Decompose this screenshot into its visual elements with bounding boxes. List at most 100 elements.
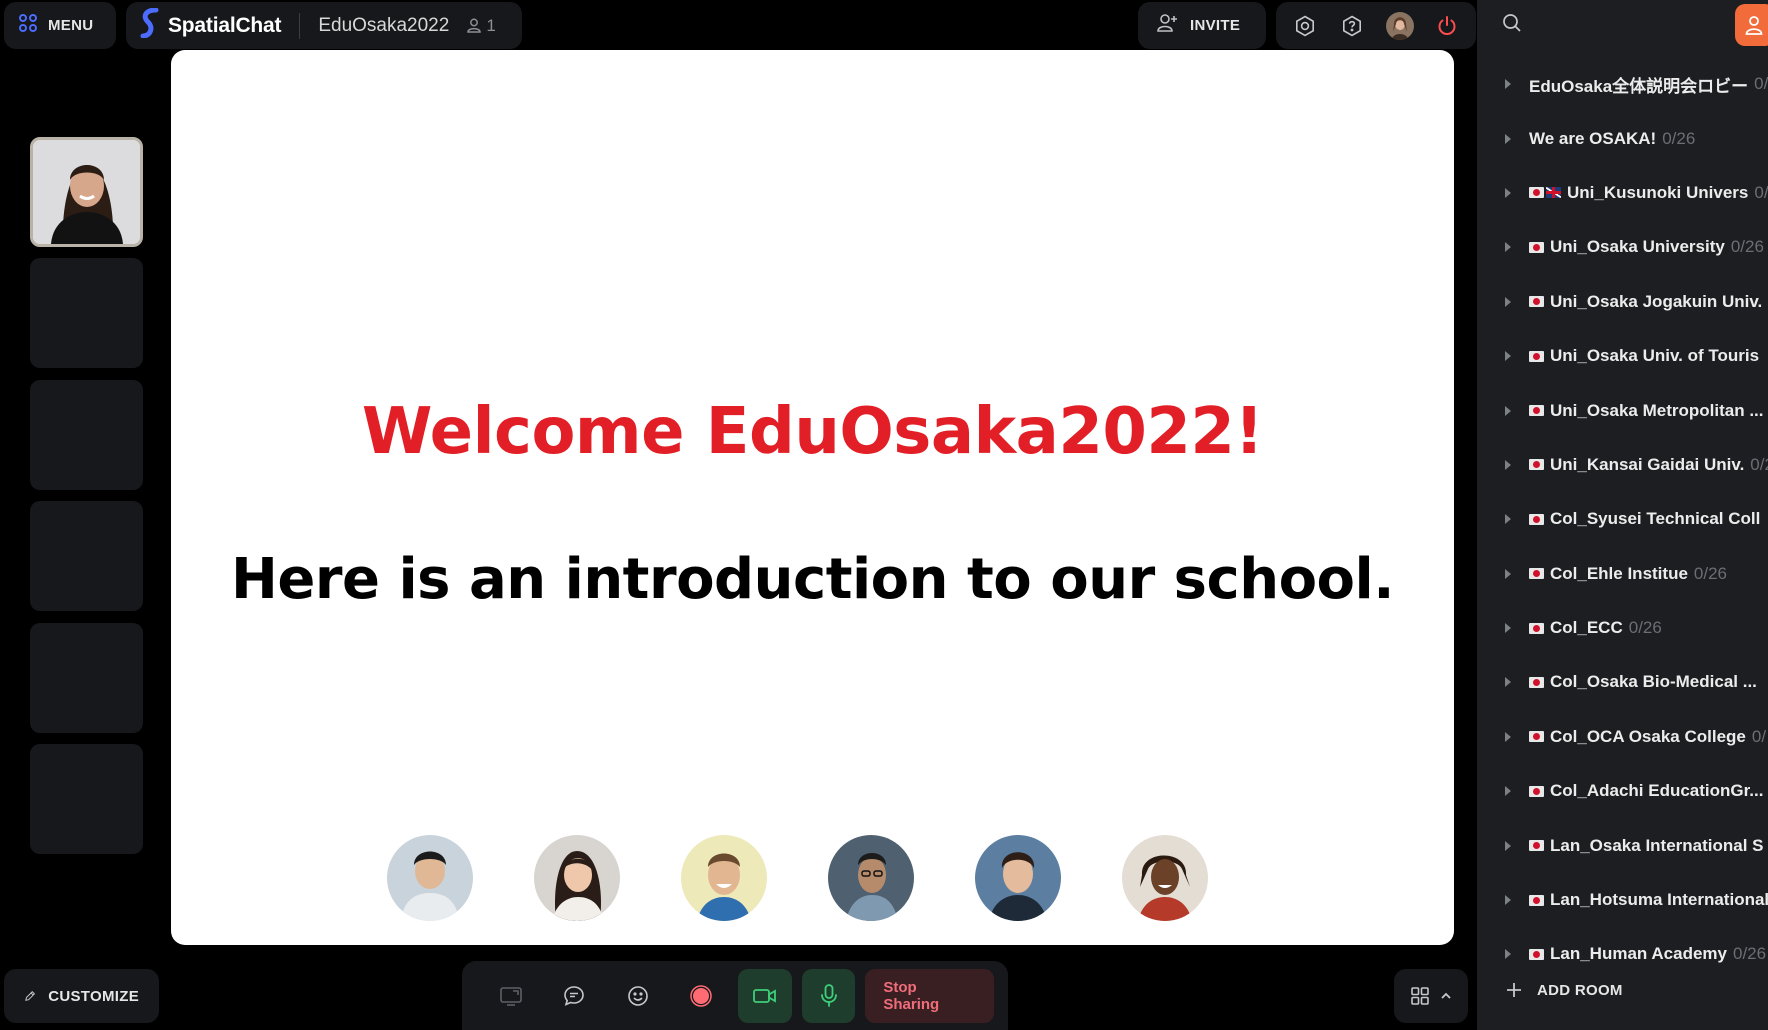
room-item[interactable]: Col_Syusei Technical Coll [1477, 492, 1768, 546]
search-button[interactable] [1501, 12, 1523, 39]
room-name: Col_Osaka Bio-Medical ... [1550, 672, 1757, 692]
expand-caret-icon[interactable] [1505, 786, 1511, 797]
room-occupancy: 0/26 [1693, 563, 1728, 583]
profile-button[interactable] [1385, 11, 1415, 41]
leave-button[interactable] [1432, 11, 1462, 41]
room-occupancy: 0/26 [1662, 128, 1696, 148]
room-item[interactable]: Uni_Osaka Metropolitan ... [1477, 383, 1768, 437]
toolbar [1276, 2, 1476, 49]
user-video-image [33, 140, 140, 244]
room-item[interactable]: EduOsaka全体説明会ロビー 0/26 [1477, 57, 1768, 111]
participant-avatar[interactable] [975, 835, 1061, 921]
room-item[interactable]: Uni_Kusunoki Univers 0/ [1477, 166, 1768, 220]
stop-sharing-button[interactable]: Stop Sharing [865, 968, 994, 1023]
record-button[interactable] [675, 969, 729, 1023]
settings-button[interactable] [1290, 11, 1320, 41]
expand-caret-icon[interactable] [1505, 79, 1511, 90]
room-item[interactable]: Col_Osaka Bio-Medical ... [1477, 655, 1768, 709]
room-item[interactable]: Col_OCA Osaka College 0/ [1477, 710, 1768, 764]
room-occupancy: 0/26 [1732, 944, 1767, 964]
user-video-tile[interactable] [30, 137, 143, 247]
brand-name: SpatialChat [168, 13, 282, 37]
record-icon [690, 984, 713, 1007]
room-occupancy: 0/26 [1730, 237, 1764, 257]
participant-count-value: 1 [486, 15, 496, 35]
flag-icons [1529, 241, 1544, 253]
room-name: Lan_Human Academy [1550, 944, 1727, 964]
room-item[interactable]: Lan_Human Academy 0/26 [1477, 927, 1768, 981]
room-item[interactable]: Lan_Osaka International S [1477, 818, 1768, 872]
expand-caret-icon[interactable] [1505, 623, 1511, 634]
japan-flag-icon [1529, 785, 1544, 797]
expand-caret-icon[interactable] [1505, 949, 1511, 960]
intro-text: Here is an introduction to our school. [231, 547, 1395, 612]
flag-icons [1529, 459, 1544, 471]
menu-button[interactable]: MENU [4, 2, 116, 49]
add-room-button[interactable]: ADD ROOM [1505, 981, 1623, 999]
flag-icons [1529, 676, 1544, 688]
spatialchat-logo[interactable]: SpatialChat [140, 7, 282, 43]
expand-caret-icon[interactable] [1505, 459, 1511, 470]
expand-caret-icon[interactable] [1505, 568, 1511, 579]
participant-avatar[interactable] [681, 835, 767, 921]
expand-caret-icon[interactable] [1505, 895, 1511, 906]
room-item[interactable]: Col_ECC 0/26 [1477, 601, 1768, 655]
flag-icons [1529, 840, 1544, 852]
chevron-up-icon [1441, 992, 1451, 999]
reaction-button[interactable] [611, 969, 665, 1023]
pencil-icon [25, 991, 36, 1001]
expand-caret-icon[interactable] [1505, 296, 1511, 307]
user-avatar [1385, 11, 1414, 40]
expand-caret-icon[interactable] [1505, 840, 1511, 851]
expand-caret-icon[interactable] [1505, 133, 1511, 144]
chat-button[interactable] [548, 969, 602, 1023]
screen-share-button[interactable] [484, 969, 538, 1023]
room-name: Uni_Osaka Jogakuin Univ. [1550, 291, 1763, 311]
menu-label: MENU [48, 17, 94, 34]
rooms-sidebar: EduOsaka全体説明会ロビー0/26We are OSAKA!0/26Uni… [1477, 0, 1768, 1030]
expand-caret-icon[interactable] [1505, 514, 1511, 525]
expand-caret-icon[interactable] [1505, 351, 1511, 362]
layout-toggle-button[interactable] [1394, 969, 1468, 1023]
japan-flag-icon [1529, 405, 1544, 417]
japan-flag-icon [1529, 948, 1544, 960]
flag-icons [1529, 568, 1544, 580]
room-item[interactable]: Uni_Kansai Gaidai Univ. 0/2 [1477, 438, 1768, 492]
room-item[interactable]: Col_Ehle Institue 0/26 [1477, 547, 1768, 601]
shared-screen: Welcome EduOsaka2022! Here is an introdu… [171, 50, 1454, 945]
japan-flag-icon [1529, 894, 1544, 906]
participant-avatar[interactable] [828, 835, 914, 921]
expand-caret-icon[interactable] [1505, 405, 1511, 416]
chat-bubble-icon [564, 985, 585, 1006]
grid-menu-icon [18, 13, 38, 38]
expand-caret-icon[interactable] [1505, 187, 1511, 198]
participant-avatar[interactable] [534, 835, 620, 921]
room-item[interactable]: Col_Adachi EducationGr... [1477, 764, 1768, 818]
room-item[interactable]: Uni_Osaka University 0/26 [1477, 220, 1768, 274]
user-list-button[interactable] [1735, 4, 1768, 46]
room-item[interactable]: Lan_Hotsuma International [1477, 873, 1768, 927]
space-name[interactable]: EduOsaka2022 [318, 15, 449, 37]
flag-icons [1529, 350, 1544, 362]
search-icon [1503, 14, 1521, 32]
help-button[interactable] [1337, 11, 1367, 41]
expand-caret-icon[interactable] [1505, 731, 1511, 742]
expand-caret-icon[interactable] [1505, 242, 1511, 253]
participant-avatar[interactable] [387, 835, 473, 921]
participant-avatar[interactable] [1122, 835, 1208, 921]
invite-button[interactable]: INVITE [1138, 2, 1266, 49]
room-item[interactable]: Uni_Osaka Univ. of Touris [1477, 329, 1768, 383]
customize-button[interactable]: CUSTOMIZE [4, 969, 159, 1023]
japan-flag-icon [1529, 296, 1544, 308]
room-item[interactable]: Uni_Osaka Jogakuin Univ. [1477, 275, 1768, 329]
divider [299, 12, 301, 39]
flag-icons [1529, 622, 1544, 634]
microphone-button[interactable] [801, 968, 856, 1023]
japan-flag-icon [1529, 731, 1544, 743]
room-item[interactable]: We are OSAKA! 0/26 [1477, 111, 1768, 165]
camera-button[interactable] [738, 968, 792, 1023]
empty-video-tile [30, 258, 143, 368]
flag-icons [1529, 405, 1544, 417]
media-controls: Stop Sharing [462, 961, 1008, 1030]
expand-caret-icon[interactable] [1505, 677, 1511, 688]
